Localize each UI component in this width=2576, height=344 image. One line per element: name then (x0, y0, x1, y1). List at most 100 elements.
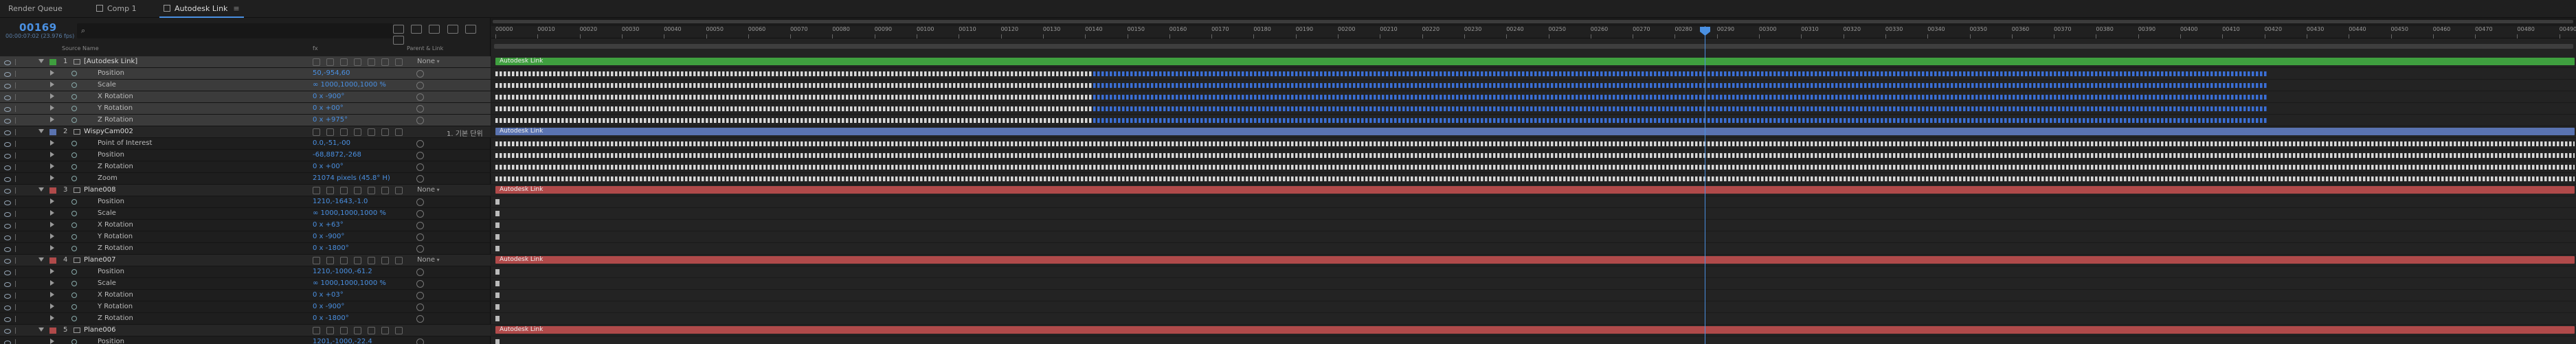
layer-switch[interactable] (381, 58, 389, 66)
visibility-eye-icon[interactable] (4, 234, 11, 240)
expand-chevron-icon[interactable] (38, 129, 44, 133)
layer-switch[interactable] (395, 128, 403, 136)
property-row[interactable]: Position 1201,-1000,-22.4 (0, 336, 491, 344)
expand-chevron-icon[interactable] (50, 222, 54, 227)
property-row[interactable]: X Rotation 0 x +63° (0, 220, 491, 231)
visibility-eye-icon[interactable] (4, 82, 11, 89)
layer-switch[interactable] (354, 327, 361, 334)
audio-toggle[interactable] (15, 281, 19, 287)
parent-link-select[interactable]: None (417, 256, 440, 264)
layer-switch[interactable] (354, 257, 361, 264)
keyframe-strip[interactable] (495, 176, 2575, 181)
property-value[interactable]: 0 x -900° (313, 233, 344, 240)
stopwatch-icon[interactable] (71, 176, 77, 181)
property-value[interactable]: 1210,-1643,-1.0 (313, 198, 368, 205)
tab-render-queue[interactable]: Render Queue (8, 0, 63, 18)
visibility-eye-icon[interactable] (4, 257, 11, 264)
property-row[interactable]: Scale ∞ 1000,1000,1000 % (0, 278, 491, 290)
layer-switch[interactable] (395, 327, 403, 334)
visibility-eye-icon[interactable] (4, 176, 11, 182)
stopwatch-icon[interactable] (71, 164, 77, 170)
stopwatch-icon[interactable] (71, 94, 77, 100)
visibility-eye-icon[interactable] (4, 328, 11, 334)
audio-toggle[interactable] (15, 141, 19, 147)
expression-pick-whip-icon[interactable] (416, 303, 424, 311)
property-value[interactable]: 0 x +00° (313, 163, 344, 170)
keyframe-marker[interactable] (495, 222, 500, 228)
parent-link-select[interactable]: None (417, 186, 440, 194)
layer-switch[interactable] (340, 187, 348, 194)
stopwatch-icon[interactable] (71, 82, 77, 88)
keyframe-marker[interactable] (495, 281, 500, 286)
stopwatch-icon[interactable] (71, 211, 77, 216)
layer-switch[interactable] (368, 128, 375, 136)
layer-switch[interactable] (340, 257, 348, 264)
keyframe-marker[interactable] (495, 316, 500, 321)
property-value[interactable]: 0 x -1800° (313, 244, 349, 252)
layer-switch[interactable] (313, 257, 320, 264)
layer-row[interactable]: 4 Plane007 None (0, 255, 491, 266)
expand-chevron-icon[interactable] (50, 245, 54, 251)
layer-switch[interactable] (340, 58, 348, 66)
layer-duration-bar[interactable]: Autodesk Link (495, 186, 2575, 194)
audio-toggle[interactable] (15, 246, 19, 252)
expand-chevron-icon[interactable] (50, 280, 54, 286)
expression-pick-whip-icon[interactable] (416, 245, 424, 253)
property-row[interactable]: Scale ∞ 1000,1000,1000 % (0, 80, 491, 91)
layer-switch[interactable] (354, 58, 361, 66)
stopwatch-icon[interactable] (71, 71, 77, 76)
audio-toggle[interactable] (15, 211, 19, 217)
keyframe-marker[interactable] (495, 234, 500, 240)
audio-toggle[interactable] (15, 222, 19, 229)
keyframe-marker[interactable] (495, 269, 500, 275)
comp-flowchart-icon[interactable] (393, 25, 404, 34)
audio-toggle[interactable] (15, 176, 19, 182)
keyframe-strip[interactable] (495, 153, 2575, 158)
expression-pick-whip-icon[interactable] (416, 233, 424, 241)
stopwatch-icon[interactable] (71, 293, 77, 298)
layer-switch[interactable] (354, 187, 361, 194)
property-value[interactable]: 1201,-1000,-22.4 (313, 338, 372, 344)
property-row[interactable]: Point of Interest 0.0,-51,-00 (0, 138, 491, 150)
visibility-eye-icon[interactable] (4, 339, 11, 344)
expand-chevron-icon[interactable] (38, 59, 44, 63)
expand-chevron-icon[interactable] (50, 117, 54, 122)
layer-switch[interactable] (395, 58, 403, 66)
property-value[interactable]: 0 x -1800° (313, 314, 349, 322)
expand-chevron-icon[interactable] (50, 70, 54, 76)
property-row[interactable]: Z Rotation 0 x +00° (0, 161, 491, 173)
audio-toggle[interactable] (15, 59, 19, 65)
visibility-eye-icon[interactable] (4, 269, 11, 275)
visibility-eye-icon[interactable] (4, 117, 11, 124)
property-row[interactable]: X Rotation 0 x -900° (0, 91, 491, 103)
expression-pick-whip-icon[interactable] (416, 268, 424, 276)
layer-switch[interactable] (368, 58, 375, 66)
expand-chevron-icon[interactable] (50, 175, 54, 181)
property-value[interactable]: 0 x +975° (313, 116, 348, 124)
expression-pick-whip-icon[interactable] (416, 222, 424, 229)
expand-chevron-icon[interactable] (38, 187, 44, 192)
layer-switch[interactable] (313, 128, 320, 136)
audio-toggle[interactable] (15, 293, 19, 299)
visibility-eye-icon[interactable] (4, 106, 11, 112)
parent-link-select[interactable]: None (417, 58, 440, 65)
stopwatch-icon[interactable] (71, 281, 77, 286)
audio-toggle[interactable] (15, 82, 19, 89)
audio-toggle[interactable] (15, 129, 19, 135)
property-row[interactable]: Position 50,-954,60 (0, 68, 491, 80)
stopwatch-icon[interactable] (71, 152, 77, 158)
audio-toggle[interactable] (15, 106, 19, 112)
expand-chevron-icon[interactable] (50, 140, 54, 146)
property-value[interactable]: -68,8872,-268 (313, 151, 361, 159)
stopwatch-icon[interactable] (71, 106, 77, 111)
time-navigator-bar[interactable] (493, 20, 2573, 23)
visibility-eye-icon[interactable] (4, 281, 11, 287)
layer-name[interactable]: WispyCam002 (84, 128, 133, 135)
audio-toggle[interactable] (15, 269, 19, 275)
layer-switch[interactable] (326, 187, 334, 194)
layer-switch[interactable] (313, 58, 320, 66)
expression-pick-whip-icon[interactable] (416, 292, 424, 299)
layer-switch[interactable] (381, 327, 389, 334)
expand-chevron-icon[interactable] (50, 315, 54, 321)
layer-duration-bar[interactable]: Autodesk Link (495, 326, 2575, 334)
